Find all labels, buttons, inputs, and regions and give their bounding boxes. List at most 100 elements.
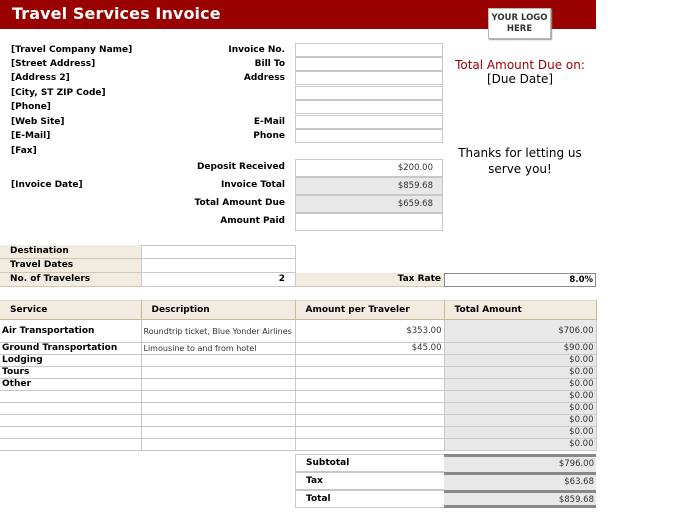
- per-traveler-cell[interactable]: [295, 354, 445, 367]
- logo-placeholder[interactable]: YOUR LOGO HERE: [488, 8, 551, 39]
- destination-label: Destination: [0, 245, 141, 259]
- total-row: Total $859.68: [295, 490, 596, 508]
- amount-due-heading: Total Amount Due on:: [455, 58, 585, 72]
- description-cell[interactable]: [141, 366, 296, 379]
- address-field-1[interactable]: [295, 71, 443, 85]
- description-cell[interactable]: [141, 354, 296, 367]
- table-header-row: Service Description Amount per Traveler …: [0, 300, 597, 320]
- invoice-total-field: $859.68: [295, 177, 443, 195]
- travel-dates-label: Travel Dates: [0, 259, 141, 273]
- email-label: E-Mail: [253, 117, 285, 127]
- description-cell[interactable]: [141, 378, 296, 391]
- table-row: $0.00: [0, 390, 597, 403]
- company-email[interactable]: [E-Mail]: [11, 131, 50, 141]
- company-website[interactable]: [Web Site]: [11, 117, 65, 127]
- company-fax[interactable]: [Fax]: [11, 146, 37, 156]
- service-cell[interactable]: Other: [0, 378, 142, 391]
- service-cell[interactable]: Ground Transportation: [0, 342, 142, 355]
- description-cell[interactable]: Limousine to and from hotel: [141, 342, 296, 355]
- total-cell: $0.00: [444, 426, 597, 439]
- bill-to-field[interactable]: [295, 57, 443, 71]
- company-address2[interactable]: [Address 2]: [11, 73, 70, 83]
- destination-field[interactable]: [141, 245, 296, 259]
- invoice-date[interactable]: [Invoice Date]: [11, 180, 83, 190]
- service-cell[interactable]: [0, 414, 142, 427]
- total-cell: $0.00: [444, 366, 597, 379]
- tax-rate-label: Tax Rate: [296, 273, 444, 287]
- service-cell[interactable]: [0, 438, 142, 451]
- amount-paid-field[interactable]: [295, 213, 443, 231]
- table-row: $0.00: [0, 426, 597, 439]
- description-cell[interactable]: [141, 402, 296, 415]
- total-cell: $0.00: [444, 354, 597, 367]
- table-row: Lodging $0.00: [0, 354, 597, 367]
- tax-label: Tax: [295, 472, 444, 490]
- total-cell: $706.00: [444, 319, 597, 343]
- service-cell[interactable]: Lodging: [0, 354, 142, 367]
- thanks-line2: serve you!: [488, 162, 552, 176]
- email-field[interactable]: [295, 115, 443, 129]
- travelers-label: No. of Travelers: [0, 273, 141, 287]
- description-cell[interactable]: [141, 390, 296, 403]
- company-city[interactable]: [City, ST ZIP Code]: [11, 88, 106, 98]
- company-street[interactable]: [Street Address]: [11, 59, 95, 69]
- amount-due-field: $659.68: [295, 195, 443, 213]
- services-table: Service Description Amount per Traveler …: [0, 300, 597, 451]
- table-row: Ground Transportation Limousine to and fr…: [0, 342, 597, 355]
- subtotal-label: Subtotal: [295, 454, 444, 472]
- amount-due-label: Total Amount Due: [194, 198, 285, 208]
- total-label: Total: [295, 490, 444, 508]
- col-header-amount-per-traveler: Amount per Traveler: [295, 300, 445, 320]
- per-traveler-cell[interactable]: [295, 366, 445, 379]
- table-row: Other $0.00: [0, 378, 597, 391]
- per-traveler-cell[interactable]: [295, 390, 445, 403]
- service-cell[interactable]: Air Transportation: [0, 319, 142, 343]
- table-row: Tours $0.00: [0, 366, 597, 379]
- subtotal-row: Subtotal $796.00: [295, 454, 596, 472]
- description-cell[interactable]: Roundtrip ticket, Blue Yonder Airlines: [141, 319, 296, 343]
- due-date[interactable]: [Due Date]: [446, 72, 594, 86]
- address-field-3[interactable]: [295, 100, 443, 114]
- deposit-label: Deposit Received: [196, 162, 285, 172]
- description-cell[interactable]: [141, 426, 296, 439]
- service-cell[interactable]: [0, 390, 142, 403]
- company-phone[interactable]: [Phone]: [11, 102, 51, 112]
- phone-field[interactable]: [295, 129, 443, 143]
- travel-dates-field[interactable]: [141, 259, 296, 273]
- logo-text-line2: HERE: [506, 24, 533, 34]
- col-header-description: Description: [141, 300, 296, 320]
- invoice-no-field[interactable]: [295, 43, 443, 57]
- address-label: Address: [243, 73, 285, 83]
- description-cell[interactable]: [141, 414, 296, 427]
- address-field-2[interactable]: [295, 86, 443, 100]
- bill-to-label: Bill To: [254, 59, 285, 69]
- per-traveler-cell[interactable]: [295, 402, 445, 415]
- deposit-field[interactable]: $200.00: [295, 159, 443, 177]
- table-row: Air Transportation Roundtrip ticket, Blue…: [0, 319, 597, 343]
- tax-value: $63.68: [444, 472, 596, 490]
- service-cell[interactable]: [0, 426, 142, 439]
- per-traveler-cell[interactable]: [295, 438, 445, 451]
- invoice-total-label: Invoice Total: [220, 180, 285, 190]
- per-traveler-cell[interactable]: [295, 414, 445, 427]
- per-traveler-cell[interactable]: $45.00: [295, 342, 445, 355]
- table-row: $0.00: [0, 402, 597, 415]
- description-cell[interactable]: [141, 438, 296, 451]
- service-cell[interactable]: [0, 402, 142, 415]
- phone-label: Phone: [253, 131, 285, 141]
- per-traveler-cell[interactable]: $353.00: [295, 319, 445, 343]
- total-cell: $90.00: [444, 342, 597, 355]
- service-cell[interactable]: Tours: [0, 366, 142, 379]
- invoice-title: Travel Services Invoice: [12, 4, 221, 23]
- total-value: $859.68: [444, 490, 596, 508]
- tax-rate-field[interactable]: 8.0%: [444, 273, 596, 287]
- per-traveler-cell[interactable]: [295, 426, 445, 439]
- amount-paid-label: Amount Paid: [220, 216, 285, 226]
- per-traveler-cell[interactable]: [295, 378, 445, 391]
- logo-text-line1: YOUR LOGO: [491, 13, 548, 23]
- table-row: $0.00: [0, 414, 597, 427]
- thanks-line1: Thanks for letting us: [458, 146, 582, 160]
- company-name[interactable]: [Travel Company Name]: [11, 45, 132, 55]
- travelers-field[interactable]: 2: [141, 273, 296, 287]
- subtotal-value: $796.00: [444, 454, 596, 472]
